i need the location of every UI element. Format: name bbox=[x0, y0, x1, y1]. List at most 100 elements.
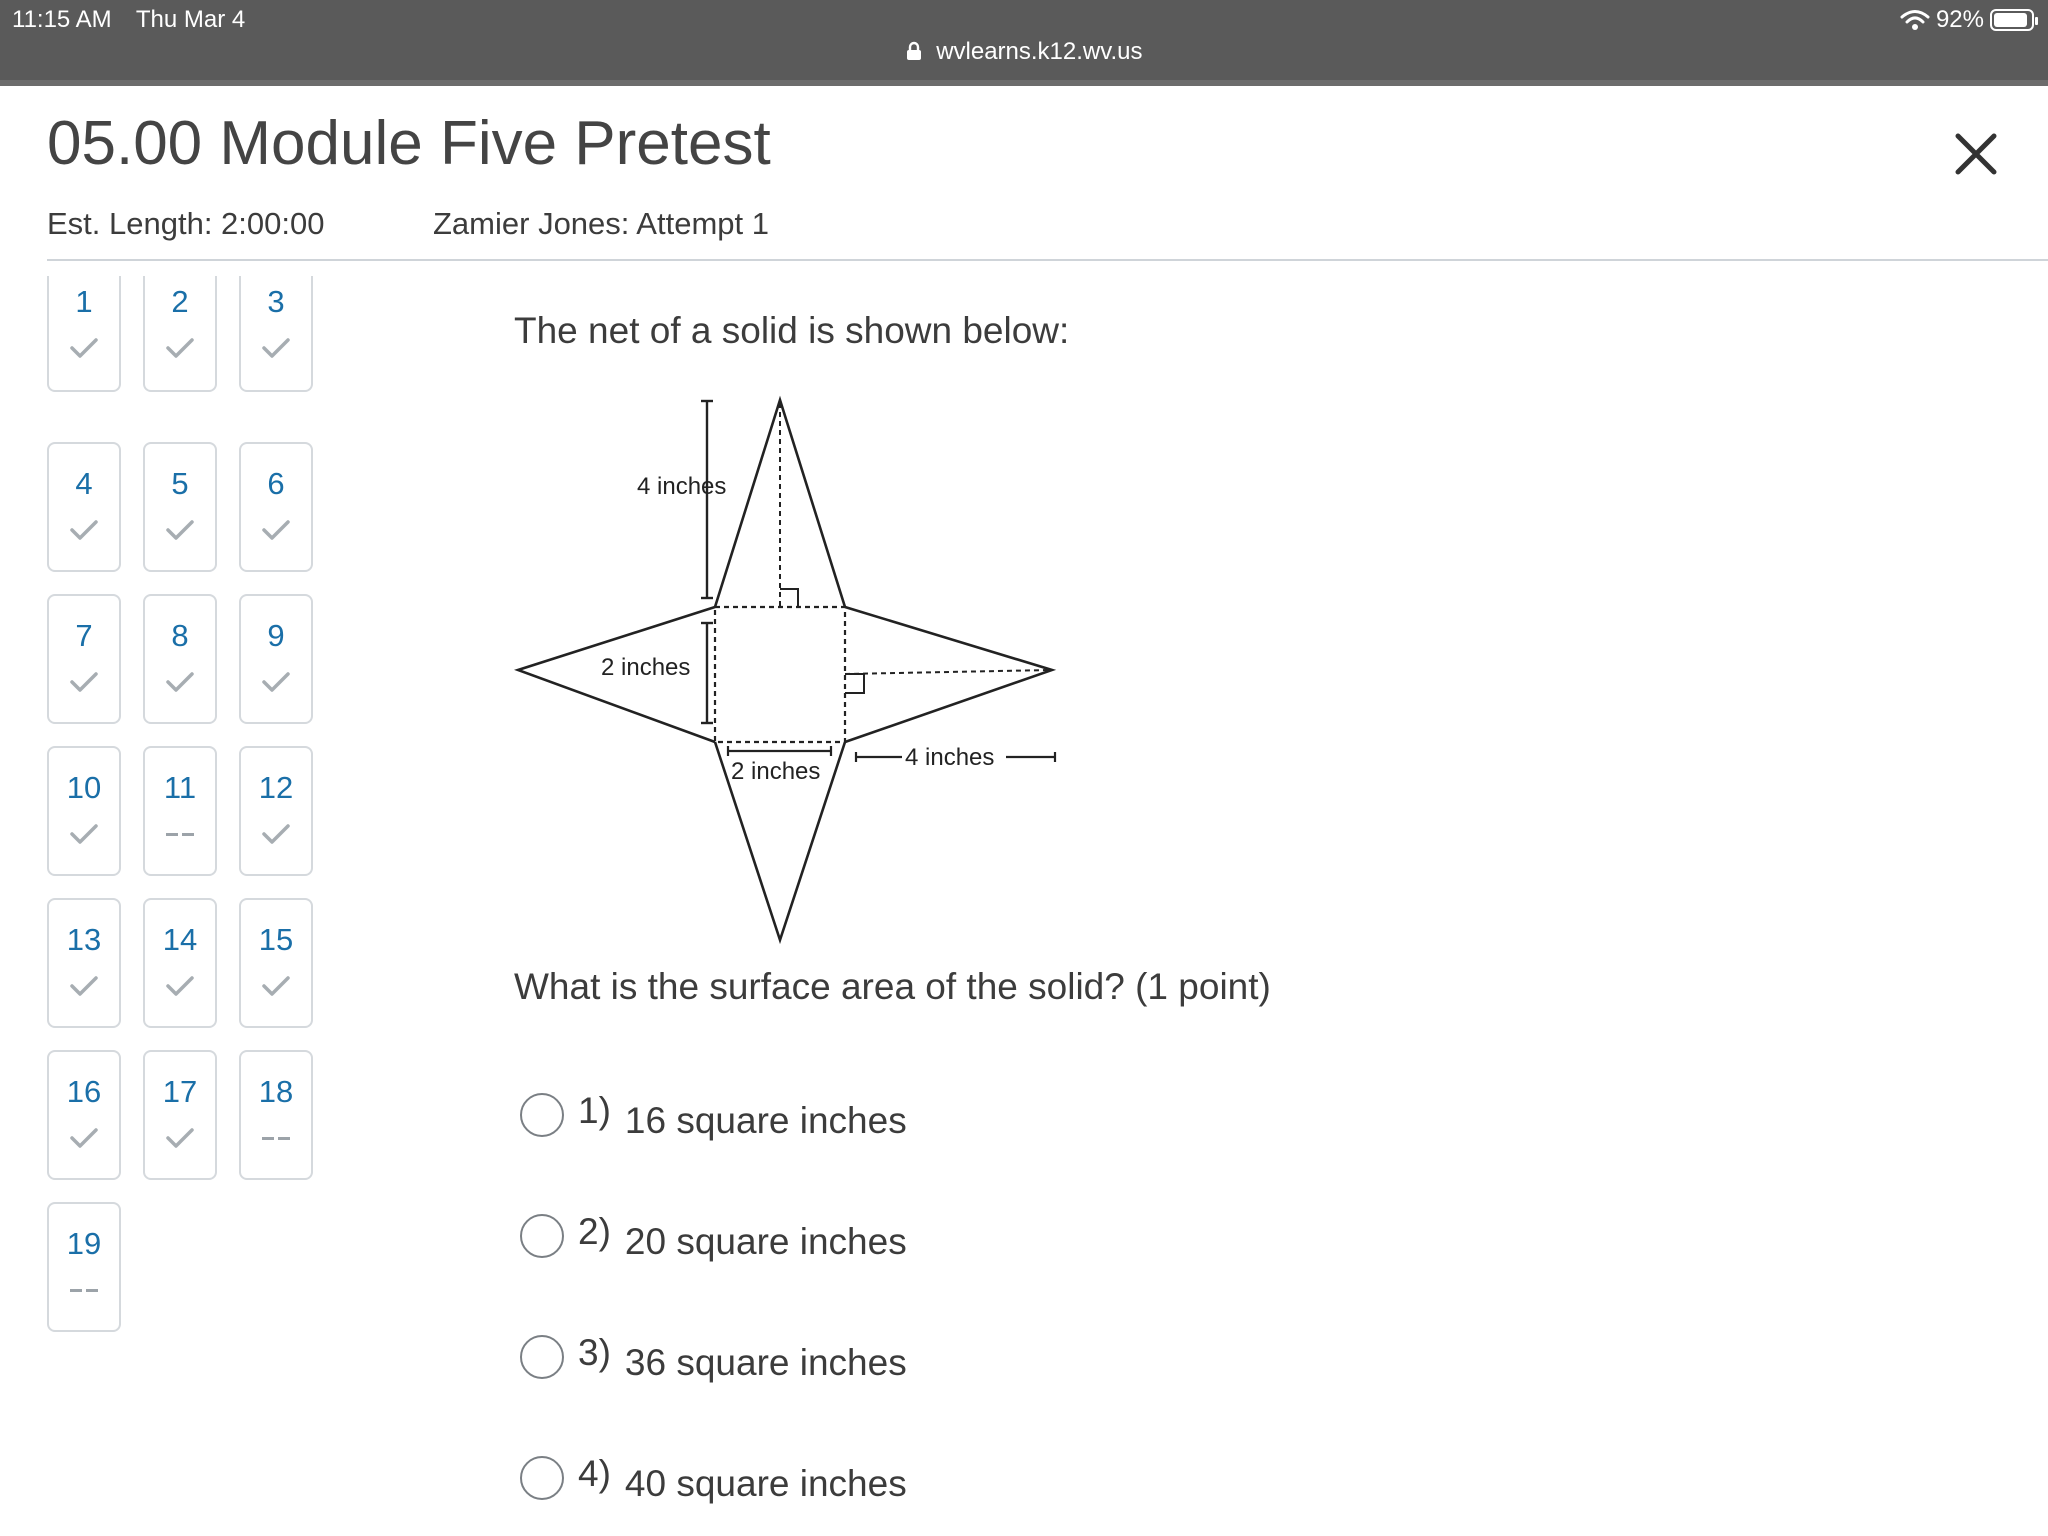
status-left: 11:15 AM Thu Mar 4 bbox=[12, 6, 263, 34]
option-text: 36 square inches bbox=[624, 1342, 907, 1383]
question-number: 18 bbox=[258, 1074, 294, 1109]
question-nav-item[interactable]: 3 bbox=[239, 276, 313, 392]
option-number: 2) bbox=[578, 1211, 611, 1252]
status-time: 11:15 AM bbox=[12, 6, 112, 33]
status-right: 92% bbox=[1900, 6, 2038, 34]
checkmark-icon bbox=[49, 328, 119, 368]
triangle-right bbox=[844, 605, 1057, 744]
label-slant: 4 inches bbox=[905, 744, 994, 771]
radio-button[interactable] bbox=[520, 1456, 564, 1500]
question-nav-item[interactable]: 10 bbox=[47, 746, 121, 876]
question-number: 12 bbox=[258, 770, 294, 805]
question-number: 5 bbox=[171, 466, 189, 501]
question-nav-item[interactable]: 19 bbox=[47, 1202, 121, 1332]
question-nav-item[interactable]: 12 bbox=[239, 746, 313, 876]
answer-option-1[interactable]: 1) 16 square inches bbox=[520, 1085, 907, 1145]
question-number: 14 bbox=[162, 922, 198, 957]
question-nav-item[interactable]: 17 bbox=[143, 1050, 217, 1180]
question-number: 9 bbox=[267, 618, 285, 653]
close-icon bbox=[1955, 133, 1997, 175]
battery-icon bbox=[1990, 9, 2038, 31]
wifi-icon bbox=[1900, 10, 1930, 30]
browser-top-bar: 11:15 AM Thu Mar 4 92% wvlearns.k12.wv.u… bbox=[0, 0, 2048, 86]
question-number: 19 bbox=[66, 1226, 102, 1261]
question-nav-item[interactable]: 5 bbox=[143, 442, 217, 572]
question-nav-item[interactable]: 4 bbox=[47, 442, 121, 572]
question-number: 2 bbox=[171, 284, 189, 319]
question-nav-item[interactable]: 16 bbox=[47, 1050, 121, 1180]
question-number: 8 bbox=[171, 618, 189, 653]
checkmark-icon bbox=[241, 328, 311, 368]
battery-percent: 92% bbox=[1935, 6, 1984, 33]
question-nav-item[interactable]: 13 bbox=[47, 898, 121, 1028]
question-number: 17 bbox=[162, 1074, 198, 1109]
right-angle-right bbox=[845, 673, 865, 694]
option-text: 16 square inches bbox=[624, 1100, 907, 1141]
estimated-length: Est. Length: 2:00:00 bbox=[47, 206, 325, 241]
checkmark-icon bbox=[241, 662, 311, 702]
label-height: 4 inches bbox=[637, 473, 726, 500]
question-nav-item[interactable]: 6 bbox=[239, 442, 313, 572]
address-bar[interactable]: wvlearns.k12.wv.us bbox=[0, 38, 2048, 66]
option-number: 4) bbox=[578, 1453, 611, 1494]
checkmark-icon bbox=[49, 966, 119, 1006]
checkmark-icon bbox=[145, 966, 215, 1006]
checkmark-icon bbox=[145, 510, 215, 550]
page-title: 05.00 Module Five Pretest bbox=[47, 109, 771, 178]
height-line-right bbox=[844, 669, 1051, 675]
question-number: 6 bbox=[267, 466, 285, 501]
question-number: 16 bbox=[66, 1074, 102, 1109]
status-date: Thu Mar 4 bbox=[135, 6, 246, 33]
label-base: 2 inches bbox=[731, 758, 820, 785]
radio-button[interactable] bbox=[520, 1214, 564, 1258]
radio-button[interactable] bbox=[520, 1335, 564, 1379]
checkmark-icon bbox=[145, 1118, 215, 1158]
question-nav-item[interactable]: 8 bbox=[143, 594, 217, 724]
checkmark-icon bbox=[49, 1118, 119, 1158]
battery-fill bbox=[1994, 13, 2028, 27]
question-number: 4 bbox=[75, 466, 93, 501]
radio-button[interactable] bbox=[520, 1093, 564, 1137]
label-side: 2 inches bbox=[601, 654, 690, 681]
option-text: 40 square inches bbox=[624, 1463, 907, 1504]
option-number: 3) bbox=[578, 1332, 611, 1373]
question-nav-item[interactable]: 18 bbox=[239, 1050, 313, 1180]
pyramid-net-figure: 4 inches 2 inches 2 inches 4 inches bbox=[513, 395, 1057, 945]
checkmark-icon bbox=[49, 510, 119, 550]
attempt-info: Zamier Jones: Attempt 1 bbox=[433, 206, 769, 241]
checkmark-icon bbox=[241, 814, 311, 854]
question-nav-item[interactable]: 9 bbox=[239, 594, 313, 724]
question-text: What is the surface area of the solid? (… bbox=[514, 966, 1271, 1007]
question-number: 13 bbox=[66, 922, 102, 957]
unanswered-dash-icon bbox=[145, 814, 215, 854]
checkmark-icon bbox=[241, 510, 311, 550]
answer-option-4[interactable]: 4) 40 square inches bbox=[520, 1448, 907, 1508]
unanswered-dash-icon bbox=[241, 1118, 311, 1158]
question-nav-item[interactable]: 7 bbox=[47, 594, 121, 724]
checkmark-icon bbox=[241, 966, 311, 1006]
question-number: 7 bbox=[75, 618, 93, 653]
question-number: 1 bbox=[75, 284, 93, 319]
lock-icon bbox=[906, 41, 921, 60]
checkmark-icon bbox=[49, 662, 119, 702]
option-text: 20 square inches bbox=[624, 1221, 907, 1262]
checkmark-icon bbox=[145, 662, 215, 702]
question-number: 3 bbox=[267, 284, 285, 319]
question-nav-item[interactable]: 2 bbox=[143, 276, 217, 392]
answer-option-3[interactable]: 3) 36 square inches bbox=[520, 1327, 907, 1387]
question-number: 15 bbox=[258, 922, 294, 957]
question-nav-item[interactable]: 15 bbox=[239, 898, 313, 1028]
base-square bbox=[713, 605, 847, 744]
close-button[interactable] bbox=[1950, 128, 2002, 180]
checkmark-icon bbox=[49, 814, 119, 854]
question-nav-item[interactable]: 14 bbox=[143, 898, 217, 1028]
url-text: wvlearns.k12.wv.us bbox=[936, 38, 1143, 65]
question-nav-item[interactable]: 1 bbox=[47, 276, 121, 392]
question-prompt: The net of a solid is shown below: bbox=[514, 310, 1070, 351]
unanswered-dash-icon bbox=[49, 1270, 119, 1310]
question-number: 11 bbox=[163, 770, 197, 805]
question-nav-item[interactable]: 11 bbox=[143, 746, 217, 876]
header-divider bbox=[47, 259, 2048, 261]
option-number: 1) bbox=[578, 1090, 611, 1131]
answer-option-2[interactable]: 2) 20 square inches bbox=[520, 1206, 907, 1266]
